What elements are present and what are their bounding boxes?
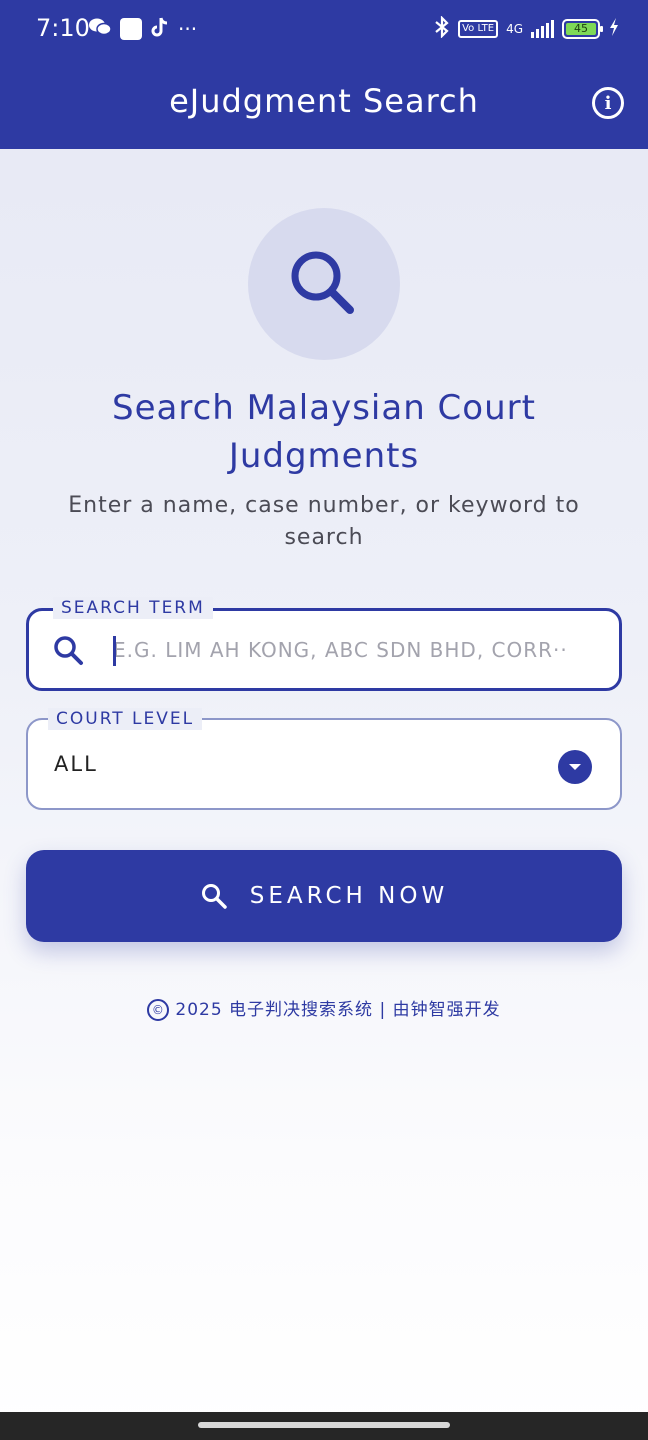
system-icons: Vo LTE 4G 45	[434, 15, 620, 41]
battery-level: 45	[566, 22, 596, 35]
search-icon	[201, 884, 227, 909]
app-notification-icon	[120, 17, 142, 40]
notification-icons: ···	[88, 16, 197, 41]
more-notifications-icon: ···	[178, 16, 198, 41]
status-time: 7:10	[36, 14, 90, 42]
search-term-label: SEARCH TERM	[53, 597, 213, 619]
court-level-value: ALL	[54, 752, 98, 776]
court-level-select[interactable]: COURT LEVEL ALL	[26, 708, 622, 810]
footer-text: 2025 电子判决搜索系统 | 由钟智强开发	[175, 1000, 501, 1020]
system-nav-bar	[0, 1412, 648, 1440]
search-now-label: SEARCH NOW	[249, 883, 449, 909]
app-title: eJudgment Search	[169, 82, 479, 120]
battery-icon: 45	[562, 18, 603, 39]
search-input[interactable]	[113, 631, 583, 669]
search-now-button[interactable]: SEARCH NOW	[26, 850, 622, 942]
app-bar: eJudgment Search i	[0, 60, 648, 149]
home-gesture-handle[interactable]	[198, 1422, 450, 1428]
chevron-down-icon[interactable]	[558, 750, 592, 784]
search-icon	[51, 633, 85, 671]
info-icon[interactable]: i	[592, 87, 624, 119]
signal-icon	[531, 19, 554, 38]
tiktok-icon	[150, 16, 170, 41]
court-level-label: COURT LEVEL	[48, 708, 203, 730]
wechat-icon	[88, 17, 112, 40]
status-bar: 7:10 ··· Vo LTE 4G 45	[0, 0, 648, 60]
search-icon	[291, 251, 354, 314]
text-cursor	[113, 636, 116, 666]
bluetooth-icon	[434, 15, 450, 41]
page-title: Search Malaysian Court Judgments	[112, 388, 536, 476]
network-type: 4G	[506, 21, 523, 36]
footer: © 2025 电子判决搜索系统 | 由钟智强开发	[0, 995, 648, 1021]
volte-badge: Vo LTE	[458, 19, 499, 38]
page-subtitle: Enter a name, case number, or keyword to…	[68, 493, 580, 550]
copyright-icon: ©	[147, 999, 170, 1021]
hero-search-icon-badge	[248, 208, 400, 360]
search-term-field[interactable]: SEARCH TERM	[26, 597, 622, 691]
charging-icon	[608, 17, 620, 40]
